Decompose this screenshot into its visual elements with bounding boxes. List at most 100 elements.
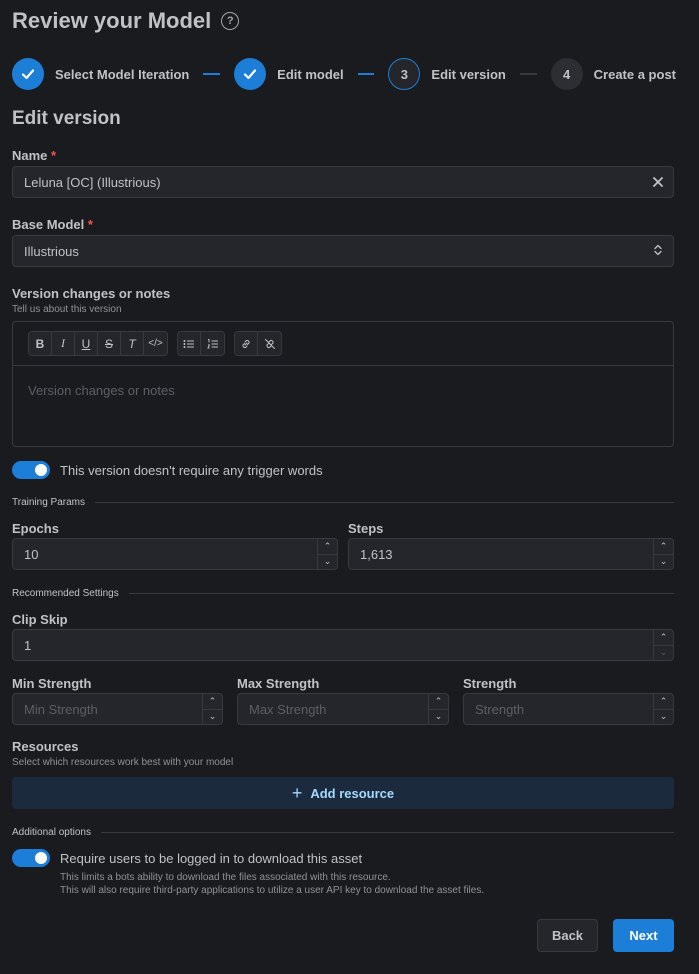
clip-skip-label: Clip Skip xyxy=(12,612,68,627)
step-edit-model[interactable]: Edit model xyxy=(234,58,344,90)
required-mark: * xyxy=(87,217,93,232)
max-strength-input[interactable]: Max Strength ⌃ ⌄ xyxy=(237,693,449,725)
step-edit-version[interactable]: 3 Edit version xyxy=(388,58,506,90)
check-icon xyxy=(12,58,44,90)
min-strength-input[interactable]: Min Strength ⌃ ⌄ xyxy=(12,693,223,725)
trigger-words-label: This version doesn't require any trigger… xyxy=(60,462,323,478)
name-label-text: Name xyxy=(12,148,48,163)
base-model-select[interactable]: Illustrious xyxy=(12,235,674,267)
increment-icon[interactable]: ⌃ xyxy=(429,694,448,710)
strength-input[interactable]: Strength ⌃ ⌄ xyxy=(463,693,674,725)
training-params-divider: Training Params xyxy=(12,497,674,508)
login-required-toggle[interactable] xyxy=(12,849,50,867)
divider-line xyxy=(128,593,674,594)
check-icon xyxy=(234,58,267,90)
list-tool-group xyxy=(177,331,225,356)
decrement-icon[interactable]: ⌄ xyxy=(654,555,673,570)
trigger-words-toggle[interactable] xyxy=(12,461,50,479)
step-select-model-iteration[interactable]: Select Model Iteration xyxy=(12,58,189,90)
clip-skip-value: 1 xyxy=(24,637,32,653)
decrement-icon[interactable]: ⌄ xyxy=(203,710,222,725)
divider-line xyxy=(100,832,674,833)
section-title: Edit version xyxy=(12,108,121,129)
format-tool-group: B I U S T </> xyxy=(28,331,168,356)
editor-toolbar: B I U S T </> xyxy=(13,322,673,366)
ordered-list-icon[interactable] xyxy=(201,332,224,355)
chevron-up-down-icon xyxy=(653,243,663,259)
clip-skip-input[interactable]: 1 ⌃ ⌄ xyxy=(12,629,674,661)
back-button[interactable]: Back xyxy=(537,919,598,952)
additional-options-divider: Additional options xyxy=(12,827,674,838)
step-label: Create a post xyxy=(593,66,677,82)
clear-formatting-button[interactable]: T xyxy=(121,332,144,355)
editor-placeholder: Version changes or notes xyxy=(28,383,175,398)
step-label: Edit model xyxy=(277,66,344,82)
plus-icon: + xyxy=(291,783,303,803)
increment-icon[interactable]: ⌃ xyxy=(654,539,673,555)
steps-input[interactable]: 1,613 ⌃ ⌄ xyxy=(348,538,674,570)
add-resource-button[interactable]: + Add resource xyxy=(12,777,674,809)
step-number: 3 xyxy=(388,58,421,90)
step-label: Select Model Iteration xyxy=(55,66,190,82)
name-value: Leluna [OC] (Illustrious) xyxy=(24,174,161,190)
italic-button[interactable]: I xyxy=(52,332,75,355)
bullet-list-icon[interactable] xyxy=(178,332,201,355)
step-separator xyxy=(519,73,537,75)
resources-description: Select which resources work best with yo… xyxy=(12,757,234,768)
increment-icon[interactable]: ⌃ xyxy=(654,630,673,646)
number-stepper: ⌃ ⌄ xyxy=(653,630,673,660)
strength-placeholder: Strength xyxy=(475,701,525,717)
number-stepper: ⌃ ⌄ xyxy=(653,539,673,569)
underline-button[interactable]: U xyxy=(75,332,98,355)
trigger-words-toggle-row[interactable]: This version doesn't require any trigger… xyxy=(12,461,323,479)
clear-icon[interactable] xyxy=(653,174,663,190)
step-separator xyxy=(357,73,375,75)
rich-text-editor[interactable]: B I U S T </> Version changes or notes xyxy=(12,321,674,447)
decrement-icon[interactable]: ⌄ xyxy=(429,710,448,725)
epochs-input[interactable]: 10 ⌃ ⌄ xyxy=(12,538,338,570)
resources-label: Resources xyxy=(12,739,79,754)
divider-label: Recommended Settings xyxy=(12,588,119,599)
epochs-label: Epochs xyxy=(12,521,59,536)
increment-icon[interactable]: ⌃ xyxy=(318,539,337,555)
step-number: 4 xyxy=(550,58,583,90)
name-label: Name * xyxy=(12,148,56,163)
increment-icon[interactable]: ⌃ xyxy=(203,694,222,710)
next-button[interactable]: Next xyxy=(613,919,674,952)
increment-icon[interactable]: ⌃ xyxy=(654,694,673,710)
login-required-desc-1: This limits a bots ability to download t… xyxy=(60,872,391,883)
unlink-icon[interactable] xyxy=(258,332,281,355)
steps-label: Steps xyxy=(348,521,384,536)
login-required-toggle-row[interactable]: Require users to be logged in to downloa… xyxy=(12,849,362,867)
divider-line xyxy=(95,502,674,503)
base-model-label: Base Model * xyxy=(12,217,93,232)
epochs-value: 10 xyxy=(24,546,39,562)
required-mark: * xyxy=(51,148,57,163)
strikethrough-button[interactable]: S xyxy=(98,332,121,355)
step-separator xyxy=(203,73,221,75)
page-title-row: Review your Model ? xyxy=(12,8,240,34)
recommended-settings-divider: Recommended Settings xyxy=(12,588,674,599)
name-input[interactable]: Leluna [OC] (Illustrious) xyxy=(12,166,674,198)
progress-stepper: Select Model Iteration Edit model 3 Edit… xyxy=(12,58,676,90)
notes-description: Tell us about this version xyxy=(12,304,122,315)
number-stepper: ⌃ ⌄ xyxy=(653,694,673,724)
number-stepper: ⌃ ⌄ xyxy=(428,694,448,724)
min-strength-label: Min Strength xyxy=(12,676,92,691)
code-button[interactable]: </> xyxy=(144,332,167,355)
add-resource-label: Add resource xyxy=(310,785,395,801)
bold-button[interactable]: B xyxy=(29,332,52,355)
page-title: Review your Model xyxy=(12,8,212,33)
login-required-desc-2: This will also require third-party appli… xyxy=(60,885,485,896)
help-icon[interactable]: ? xyxy=(221,12,240,30)
decrement-icon[interactable]: ⌄ xyxy=(654,710,673,725)
step-create-post[interactable]: 4 Create a post xyxy=(550,58,677,90)
link-icon[interactable] xyxy=(235,332,258,355)
decrement-icon[interactable]: ⌄ xyxy=(654,646,673,661)
link-tool-group xyxy=(234,331,282,356)
strength-label: Strength xyxy=(463,676,517,691)
max-strength-placeholder: Max Strength xyxy=(249,701,327,717)
decrement-icon[interactable]: ⌄ xyxy=(318,555,337,570)
login-required-label: Require users to be logged in to downloa… xyxy=(60,850,363,866)
number-stepper: ⌃ ⌄ xyxy=(202,694,222,724)
